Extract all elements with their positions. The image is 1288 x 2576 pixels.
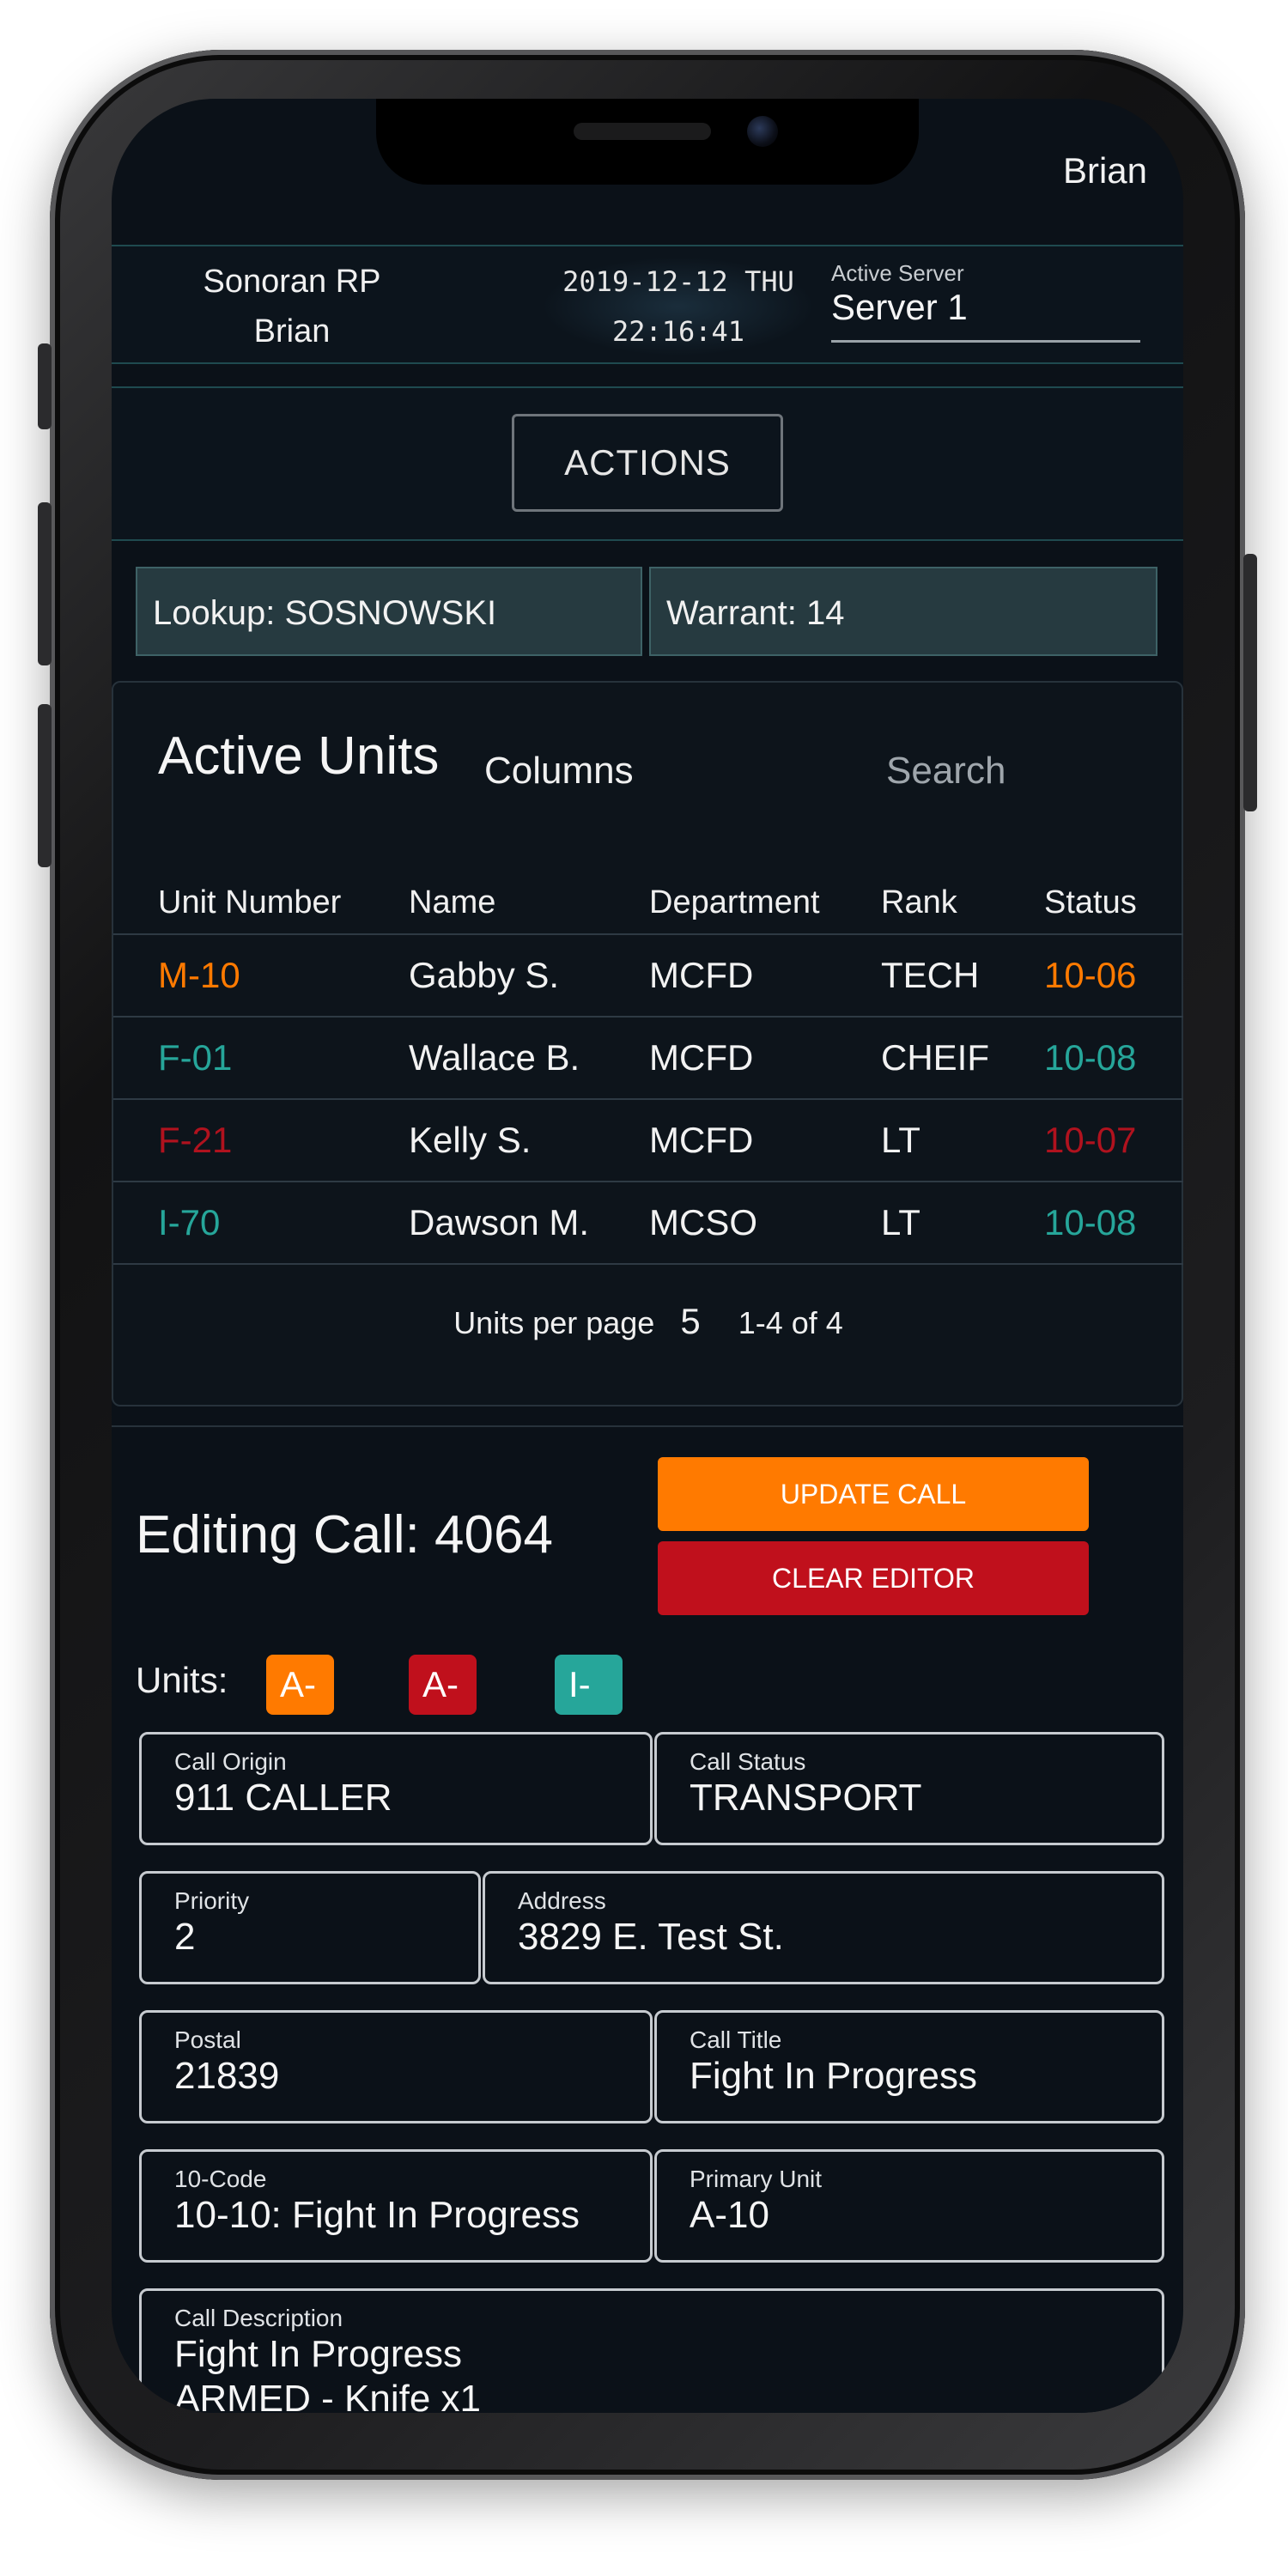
field-value: 3829 E. Test St. bbox=[518, 1916, 784, 1958]
description-line: Fight In Progress bbox=[174, 2333, 463, 2375]
table-row[interactable]: M-10 Gabby S. MCFD TECH 10-06 bbox=[113, 934, 1183, 1018]
unit-number: F-01 bbox=[113, 1017, 408, 1100]
priority-field[interactable]: Priority 2 bbox=[139, 1871, 481, 1984]
table-row[interactable]: I-70 Dawson M. MCSO LT 10-08 bbox=[113, 1182, 1183, 1265]
column-header-status[interactable]: Status bbox=[1043, 872, 1183, 935]
unit-chip[interactable]: I-69 bbox=[555, 1655, 623, 1765]
server-value[interactable]: Server 1 bbox=[831, 287, 1140, 343]
unit-department: MCFD bbox=[648, 1099, 880, 1182]
column-header-unit-number[interactable]: Unit Number bbox=[113, 872, 408, 935]
search-input[interactable]: Search bbox=[886, 750, 1005, 793]
column-header-department[interactable]: Department bbox=[648, 872, 880, 935]
field-value: 2 bbox=[174, 1916, 196, 1958]
call-status-field[interactable]: Call Status TRANSPORT bbox=[654, 1732, 1164, 1845]
field-value: A-10 bbox=[690, 2194, 769, 2236]
unit-department: MCFD bbox=[648, 934, 880, 1018]
units-label: Units: bbox=[136, 1660, 228, 1700]
field-label: Address bbox=[518, 1887, 606, 1914]
unit-number: F-21 bbox=[113, 1099, 408, 1182]
call-title-field[interactable]: Call Title Fight In Progress bbox=[654, 2010, 1164, 2123]
editor-title: Editing Call: 4064 bbox=[136, 1505, 553, 1564]
unit-name: Kelly S. bbox=[408, 1099, 648, 1182]
speaker-icon bbox=[574, 123, 711, 140]
page-range: 1-4 of 4 bbox=[738, 1305, 843, 1340]
call-description-field[interactable]: Call Description Fight In Progress ARMED… bbox=[139, 2288, 1164, 2413]
field-label: Call Status bbox=[690, 1748, 806, 1775]
unit-chip[interactable]: A-17 bbox=[266, 1655, 334, 1765]
camera-icon bbox=[747, 116, 778, 147]
pagination: Units per page 5 1-4 of 4 bbox=[113, 1301, 1183, 1342]
call-origin-field[interactable]: Call Origin 911 CALLER bbox=[139, 1732, 653, 1845]
lookup-result[interactable]: Lookup: SOSNOWSKI bbox=[136, 567, 642, 656]
per-page-select[interactable]: 5 bbox=[680, 1301, 700, 1341]
power-button bbox=[1243, 554, 1257, 811]
clock-time: 22:16:41 bbox=[611, 315, 745, 348]
server-label: Active Server bbox=[831, 260, 964, 286]
field-value: 21839 bbox=[174, 2055, 280, 2097]
unit-number: M-10 bbox=[113, 934, 408, 1018]
field-label: Priority bbox=[174, 1887, 250, 1914]
server-select[interactable]: Active Server Server 1 bbox=[831, 260, 1140, 343]
panel-title: Active Units bbox=[158, 726, 440, 786]
unit-status: 10-08 bbox=[1043, 1182, 1183, 1265]
unit-rank: CHEIF bbox=[880, 1017, 1043, 1100]
unit-status: 10-08 bbox=[1043, 1017, 1183, 1100]
field-label: 10-Code bbox=[174, 2166, 267, 2192]
field-label: Call Title bbox=[690, 2026, 782, 2053]
unit-department: MCSO bbox=[648, 1182, 880, 1265]
column-header-name[interactable]: Name bbox=[408, 872, 648, 935]
field-label: Call Origin bbox=[174, 1748, 287, 1775]
unit-chip[interactable]: A-03 bbox=[409, 1655, 477, 1765]
field-value: 10-10: Fight In Progress bbox=[174, 2194, 580, 2236]
postal-field[interactable]: Postal 21839 bbox=[139, 2010, 653, 2123]
update-call-button[interactable]: UPDATE CALL bbox=[658, 1457, 1089, 1531]
unit-rank: LT bbox=[880, 1099, 1043, 1182]
unit-rank: TECH bbox=[880, 934, 1043, 1018]
clock: 2019-12-12 THU 22:16:41 bbox=[541, 257, 816, 356]
field-value: TRANSPORT bbox=[690, 1777, 922, 1819]
unit-name: Wallace B. bbox=[408, 1017, 648, 1100]
unit-number: I-70 bbox=[113, 1182, 408, 1265]
actions-button[interactable]: ACTIONS bbox=[512, 414, 783, 512]
unit-rank: LT bbox=[880, 1182, 1043, 1265]
active-units-panel: Active Units Columns Search Unit Number … bbox=[112, 681, 1183, 1406]
field-label: Primary Unit bbox=[690, 2166, 823, 2192]
app-header: Sonoran RP Brian 2019-12-12 THU 22:16:41… bbox=[112, 245, 1183, 364]
unit-name: Gabby S. bbox=[408, 934, 648, 1018]
call-editor: Editing Call: 4064 UPDATE CALL CLEAR EDI… bbox=[112, 1425, 1183, 2413]
column-header-rank[interactable]: Rank bbox=[880, 872, 1043, 935]
primary-unit-field[interactable]: Primary Unit A-10 bbox=[654, 2149, 1164, 2263]
actions-bar: ACTIONS bbox=[112, 386, 1183, 541]
ten-code-field[interactable]: 10-Code 10-10: Fight In Progress bbox=[139, 2149, 653, 2263]
field-label: Call Description bbox=[174, 2305, 343, 2331]
community-name: Sonoran RP bbox=[203, 264, 381, 300]
field-value: Fight In Progress bbox=[690, 2055, 978, 2097]
warrant-result[interactable]: Warrant: 14 bbox=[649, 567, 1157, 656]
mute-switch bbox=[38, 343, 52, 429]
unit-status: 10-07 bbox=[1043, 1099, 1183, 1182]
table-row[interactable]: F-21 Kelly S. MCFD LT 10-07 bbox=[113, 1099, 1183, 1182]
header-user: Brian bbox=[253, 313, 331, 349]
field-value: 911 CALLER bbox=[174, 1777, 392, 1819]
volume-down-button bbox=[38, 704, 52, 867]
clear-editor-button[interactable]: CLEAR EDITOR bbox=[658, 1541, 1089, 1615]
per-page-label: Units per page bbox=[453, 1305, 655, 1340]
volume-up-button bbox=[38, 502, 52, 665]
units-table: Unit Number Name Department Rank Status … bbox=[113, 872, 1183, 1265]
status-bar-user: Brian bbox=[1062, 150, 1147, 191]
description-line: ARMED - Knife x1 bbox=[174, 2378, 481, 2413]
columns-button[interactable]: Columns bbox=[484, 750, 634, 793]
unit-status: 10-06 bbox=[1043, 934, 1183, 1018]
unit-name: Dawson M. bbox=[408, 1182, 648, 1265]
clock-date: 2019-12-12 THU bbox=[562, 265, 794, 298]
unit-department: MCFD bbox=[648, 1017, 880, 1100]
phone-screen: Brian Sonoran RP Brian 2019-12-12 THU 22… bbox=[112, 99, 1183, 2413]
field-label: Postal bbox=[174, 2026, 241, 2053]
community-info: Sonoran RP Brian bbox=[163, 257, 421, 356]
table-header-row: Unit Number Name Department Rank Status bbox=[113, 872, 1183, 935]
address-field[interactable]: Address 3829 E. Test St. bbox=[483, 1871, 1164, 1984]
table-row[interactable]: F-01 Wallace B. MCFD CHEIF 10-08 bbox=[113, 1017, 1183, 1100]
notch bbox=[376, 99, 919, 185]
